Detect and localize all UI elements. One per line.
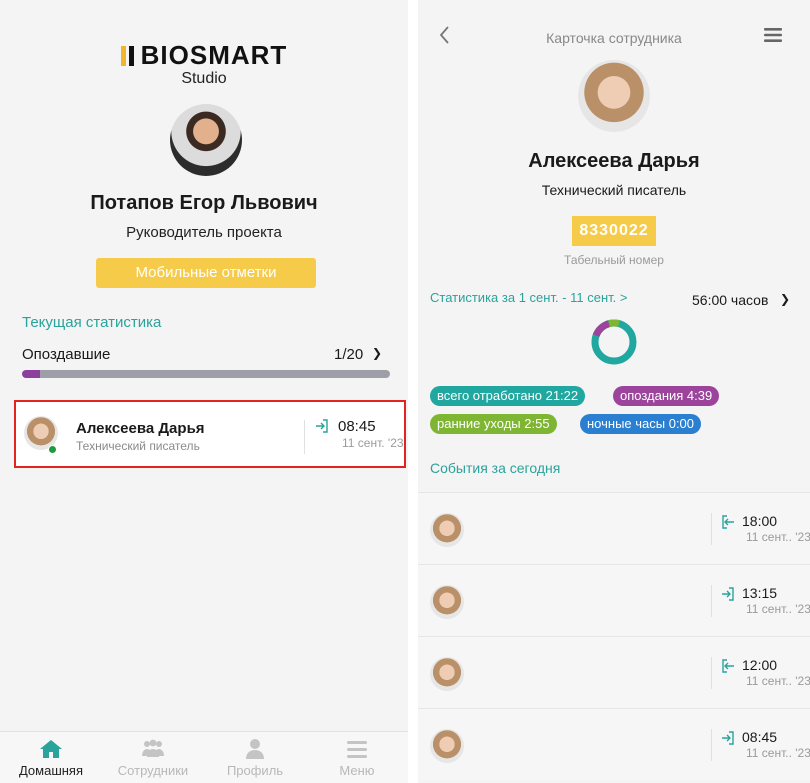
nav-label: Меню xyxy=(339,763,375,778)
nav-label: Профиль xyxy=(226,763,284,778)
profile-icon xyxy=(246,739,264,759)
employee-role: Технический писатель xyxy=(541,182,687,198)
chevron-down-icon[interactable]: ❯ xyxy=(780,292,790,306)
personnel-number-badge: 8330022 xyxy=(572,216,656,246)
chip-late: опоздания 4:39 xyxy=(613,386,720,406)
event-time: 18:00 xyxy=(742,513,778,529)
entry-icon xyxy=(722,731,734,745)
exit-icon xyxy=(722,659,734,673)
bottom-nav: Домашняя Сотрудники Профиль Меню xyxy=(0,731,408,783)
home-icon xyxy=(40,740,62,758)
employee-card-screen: Карточка сотрудника Алексеева Дарья Техн… xyxy=(418,0,810,783)
event-avatar xyxy=(430,657,464,691)
employee-role: Технический писатель xyxy=(76,439,200,453)
current-stats-link[interactable]: Текущая статистика xyxy=(22,314,161,331)
event-avatar xyxy=(430,585,464,619)
event-avatar xyxy=(430,729,464,763)
chip-total-worked: всего отработано 21:22 xyxy=(430,386,586,406)
menu-icon xyxy=(347,741,367,758)
late-progress-fill xyxy=(22,370,41,378)
divider xyxy=(711,657,712,689)
personnel-number-label: Табельный номер xyxy=(564,253,664,267)
user-name: Потапов Егор Львович xyxy=(90,192,318,214)
nav-label: Сотрудники xyxy=(117,763,189,778)
event-time: 08:45 xyxy=(742,729,778,745)
chevron-down-icon[interactable]: ❯ xyxy=(372,346,382,360)
user-avatar xyxy=(170,104,242,176)
late-count: 1/20 xyxy=(334,346,364,363)
user-role: Руководитель проекта xyxy=(126,224,282,241)
hamburger-menu-icon[interactable] xyxy=(764,28,782,42)
employee-name: Алексеева Дарья xyxy=(528,150,700,172)
event-time: 13:15 xyxy=(742,585,778,601)
chip-night-hours: ночные часы 0:00 xyxy=(580,414,702,434)
events-list: 18:00 11 сент.. '23 13:15 11 сент.. '23 … xyxy=(418,492,810,780)
employee-date: 11 сент. '23 xyxy=(342,436,404,450)
brand-logo: BIOSMART xyxy=(0,40,408,73)
event-time: 12:00 xyxy=(742,657,778,673)
logo-text: BIOSMART xyxy=(140,40,288,70)
event-date: 11 сент.. '23 xyxy=(746,674,810,688)
employee-avatar xyxy=(578,60,650,132)
hours-donut-chart xyxy=(591,319,637,365)
total-hours: 56:00 часов xyxy=(692,292,769,308)
divider xyxy=(711,585,712,617)
employee-card[interactable]: Алексеева Дарья Технический писатель 08:… xyxy=(14,400,406,468)
late-progress-bar xyxy=(22,370,390,378)
event-row[interactable]: 18:00 11 сент.. '23 xyxy=(418,492,810,564)
exit-icon xyxy=(722,515,734,529)
late-label: Опоздавшие xyxy=(22,346,111,363)
users-icon xyxy=(142,739,164,757)
divider xyxy=(304,420,305,454)
home-screen: BIOSMART Studio Потапов Егор Львович Рук… xyxy=(0,0,408,783)
events-title: События за сегодня xyxy=(430,460,561,476)
mobile-marks-button[interactable]: Мобильные отметки xyxy=(96,258,316,288)
nav-home[interactable]: Домашняя xyxy=(0,738,102,778)
employee-time: 08:45 xyxy=(338,418,376,435)
nav-employees[interactable]: Сотрудники xyxy=(102,738,204,778)
nav-label: Домашняя xyxy=(18,763,84,778)
event-row[interactable]: 13:15 11 сент.. '23 xyxy=(418,564,810,636)
online-status-dot xyxy=(48,445,57,454)
event-date: 11 сент.. '23 xyxy=(746,746,810,760)
employee-name: Алексеева Дарья xyxy=(76,420,205,437)
logo-subtitle: Studio xyxy=(181,70,227,87)
chip-early-leave: ранние уходы 2:55 xyxy=(430,414,557,434)
event-date: 11 сент.. '23 xyxy=(746,530,810,544)
nav-menu[interactable]: Меню xyxy=(306,738,408,778)
screen-title: Карточка сотрудника xyxy=(546,30,682,46)
nav-profile[interactable]: Профиль xyxy=(204,738,306,778)
divider xyxy=(711,729,712,761)
screen-divider xyxy=(408,0,418,783)
event-date: 11 сент.. '23 xyxy=(746,602,810,616)
entry-icon xyxy=(316,419,328,433)
stats-period-link[interactable]: Статистика за 1 сент. - 11 сент. > xyxy=(430,290,627,305)
logo-mark-icon xyxy=(120,42,137,73)
event-avatar xyxy=(430,513,464,547)
event-row[interactable]: 08:45 11 сент.. '23 xyxy=(418,708,810,780)
entry-icon xyxy=(722,587,734,601)
event-row[interactable]: 12:00 11 сент.. '23 xyxy=(418,636,810,708)
divider xyxy=(711,513,712,545)
